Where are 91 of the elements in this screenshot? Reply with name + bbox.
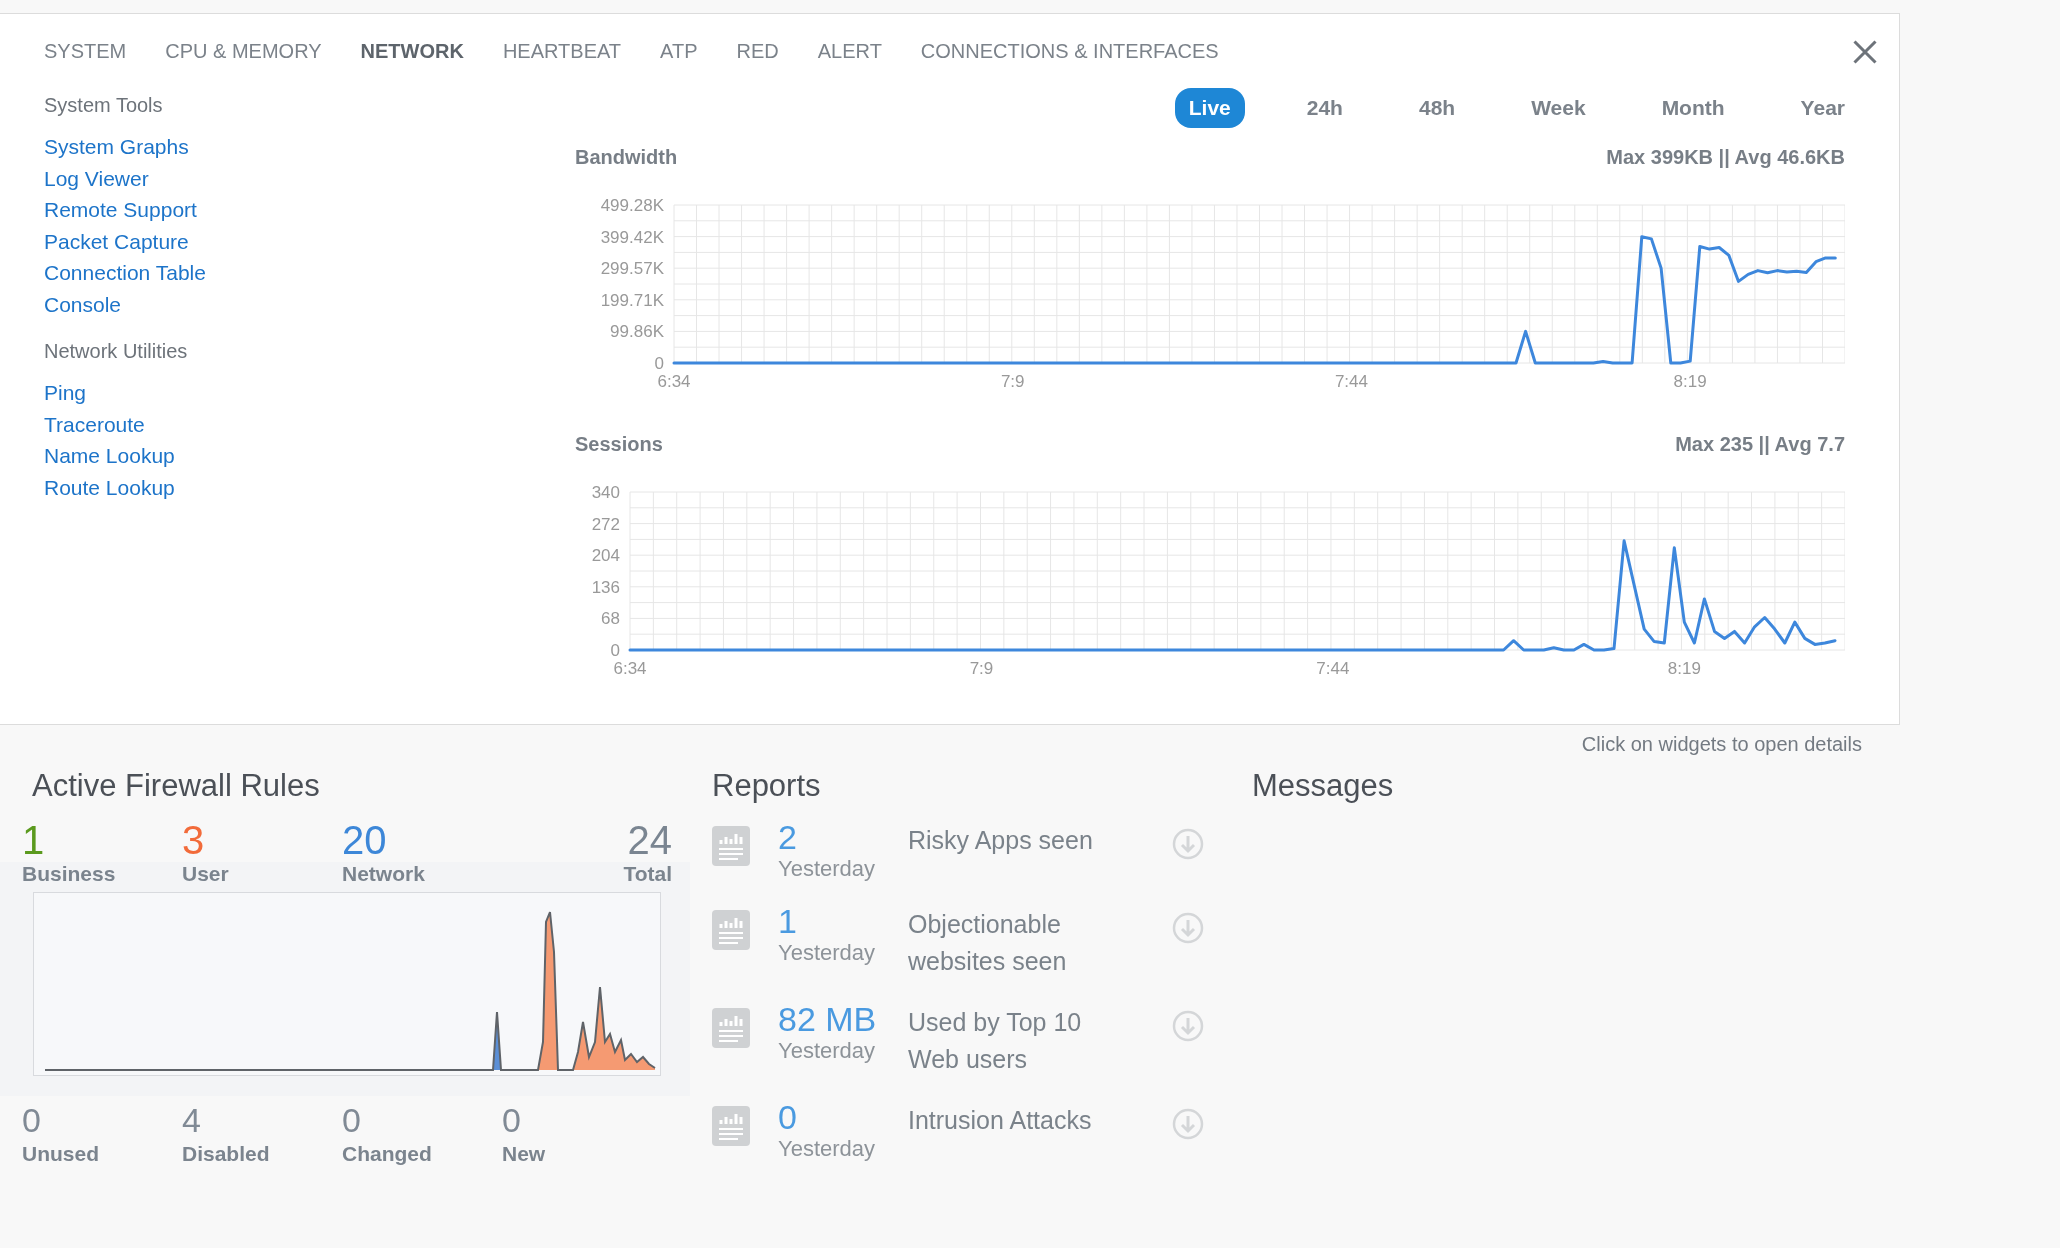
sidebar-link[interactable]: Name Lookup (44, 440, 175, 472)
count-value: 1 (22, 818, 46, 862)
count-label: Business (22, 862, 117, 886)
sidebar-link[interactable]: System Graphs (44, 131, 189, 163)
report-description: Objectionable websites seen (908, 909, 1068, 977)
report-icon (712, 826, 750, 866)
report-description: Risky Apps seen (908, 825, 1094, 856)
chart-title: Bandwidth (575, 146, 678, 169)
stat-value: 0 (342, 1100, 362, 1141)
count-label: Network (342, 862, 426, 886)
sidebar-link[interactable]: Packet Capture (44, 225, 189, 257)
y-tick-label: 0 (654, 354, 664, 373)
tab[interactable]: CONNECTIONS & INTERFACES (910, 39, 1229, 63)
stat-value: 0 (22, 1100, 42, 1141)
stat-label: Disabled (182, 1142, 271, 1166)
y-tick-label: 136 (591, 577, 620, 597)
sidebar-link[interactable]: Ping (44, 377, 87, 409)
section-heading: System Tools (44, 94, 164, 117)
download-icon[interactable] (1172, 1108, 1204, 1140)
tab[interactable]: NETWORK (350, 39, 474, 63)
tab[interactable]: CPU & MEMORY (155, 39, 332, 63)
stat-value: 0 (502, 1100, 521, 1141)
report-value: 1 (778, 902, 798, 940)
time-range-tab[interactable]: 24h (1292, 88, 1357, 128)
count-label: Total (623, 862, 672, 886)
x-tick-label: 7:9 (1000, 372, 1025, 391)
y-tick-label: 204 (591, 546, 620, 566)
download-icon[interactable] (1172, 912, 1204, 944)
count-label: User (182, 862, 230, 886)
chart-summary: Max 235 || Avg 7.7 (1675, 433, 1845, 456)
count-value: 3 (182, 818, 206, 862)
report-description: Intrusion Attacks (908, 1105, 1093, 1136)
report-period: Yesterday (778, 940, 877, 966)
y-tick-label: 68 (601, 609, 620, 629)
stat-label: Unused (22, 1142, 100, 1166)
tab[interactable]: SYSTEM (34, 39, 137, 63)
chart-summary: Max 399KB || Avg 46.6KB (1606, 146, 1845, 169)
section-heading: Network Utilities (44, 340, 189, 363)
y-tick-label: 0 (610, 641, 620, 660)
report-value: 0 (778, 1098, 798, 1136)
stat-label: New (502, 1142, 546, 1166)
report-value: 2 (778, 818, 798, 856)
y-tick-label: 299.57K (600, 259, 664, 279)
sidebar-link[interactable]: Log Viewer (44, 162, 149, 194)
x-tick-label: 8:19 (1667, 659, 1701, 678)
x-tick-label: 7:44 (1316, 659, 1350, 678)
report-icon (712, 1008, 750, 1048)
widget-title: Messages (1252, 768, 1394, 804)
x-tick-label: 7:9 (969, 659, 994, 678)
report-icon (712, 1106, 750, 1146)
chart-title: Sessions (575, 433, 663, 456)
sidebar-link[interactable]: Connection Table (44, 257, 206, 289)
report-description: Used by Top 10 Web users (908, 1007, 1083, 1075)
report-icon (712, 910, 750, 950)
count-value: 24 (627, 818, 672, 862)
time-range-tab[interactable]: Week (1517, 88, 1600, 128)
tab[interactable]: RED (726, 39, 789, 63)
sidebar-link[interactable]: Traceroute (44, 408, 145, 440)
report-period: Yesterday (778, 1136, 877, 1162)
sidebar-link[interactable]: Remote Support (44, 194, 197, 226)
hint-text: Click on widgets to open details (1581, 733, 1862, 756)
report-value: 82 MB (778, 1000, 878, 1038)
x-tick-label: 7:44 (1334, 372, 1368, 391)
count-value: 20 (342, 818, 388, 862)
widget-title: Active Firewall Rules (31, 768, 321, 804)
time-range-tab[interactable]: Live (1174, 88, 1245, 128)
tab[interactable]: HEARTBEAT (492, 39, 632, 63)
sidebar-link[interactable]: Console (44, 288, 122, 320)
sidebar-link[interactable]: Route Lookup (44, 471, 175, 503)
y-tick-label: 399.42K (600, 227, 664, 247)
widget-title: Reports (712, 768, 822, 804)
time-range-tab[interactable]: Month (1647, 88, 1739, 128)
y-tick-label: 199.71K (600, 290, 664, 310)
stat-label: Changed (342, 1142, 433, 1166)
download-icon[interactable] (1172, 1010, 1204, 1042)
close-icon[interactable] (1851, 38, 1879, 66)
y-tick-label: 99.86K (610, 322, 664, 342)
time-range-tab[interactable]: 48h (1404, 88, 1470, 128)
stat-value: 4 (182, 1100, 202, 1141)
x-tick-label: 8:19 (1673, 372, 1707, 391)
report-period: Yesterday (778, 856, 877, 882)
time-range-tab[interactable]: Year (1786, 88, 1845, 128)
download-icon[interactable] (1172, 828, 1204, 860)
x-tick-label: 6:34 (657, 372, 691, 391)
x-tick-label: 6:34 (613, 659, 647, 678)
y-tick-label: 272 (591, 514, 620, 534)
y-tick-label: 499.28K (600, 196, 664, 215)
report-period: Yesterday (778, 1038, 877, 1064)
tab[interactable]: ALERT (807, 39, 892, 63)
y-tick-label: 340 (591, 483, 620, 502)
tab[interactable]: ATP (650, 39, 708, 63)
